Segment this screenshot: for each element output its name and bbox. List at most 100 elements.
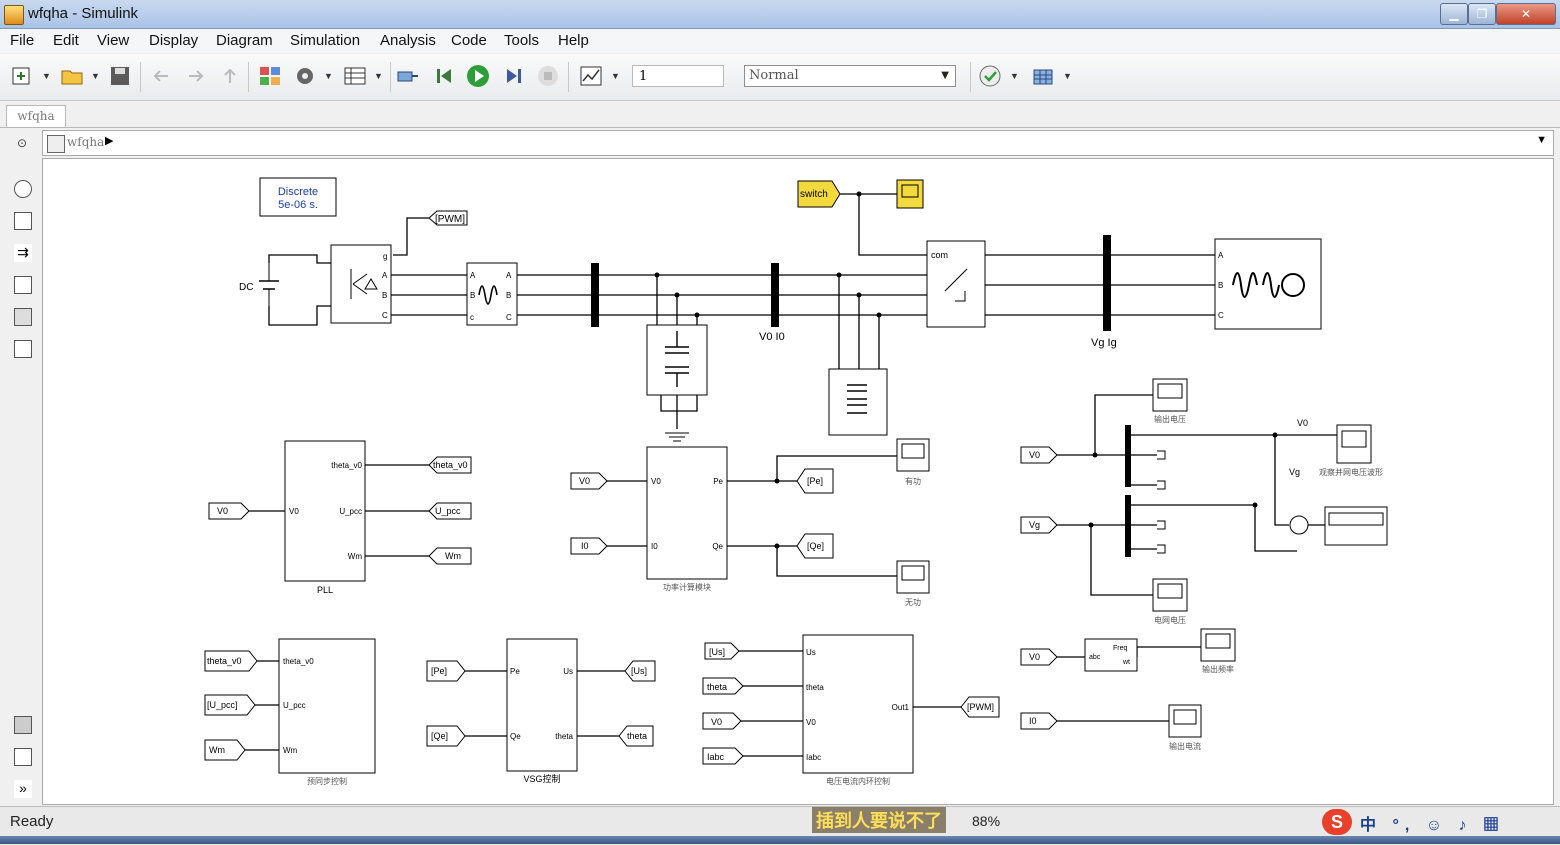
rlc-load-block[interactable] [828,368,888,436]
open-folder-icon[interactable] [60,64,84,88]
forward-icon[interactable] [183,64,207,88]
loop-in-port: Us [806,648,816,657]
minimize-button[interactable]: ▁ [1440,3,1468,25]
wire [268,254,331,326]
explorer-dropdown-icon[interactable]: ▼ [374,71,383,81]
sogou-ime-icon[interactable]: S [1322,809,1352,835]
loop-input-label: V0 [711,717,722,727]
settings-gear-icon[interactable] [293,64,317,88]
vsg-block-name: VSG控制 [523,773,560,784]
scope-grid-voltage-label: 电网电压 [1154,615,1186,625]
stop-icon[interactable] [536,64,560,88]
junction-dot [1092,452,1098,458]
advisor-dropdown-icon[interactable]: ▼ [1010,71,1019,81]
wire [517,274,927,316]
fit-to-view-icon[interactable] [14,212,32,230]
open-dropdown-icon[interactable]: ▼ [91,71,100,81]
scope-p-label: 有功 [905,476,921,486]
switch-tag-label: switch [800,189,828,200]
vsg-subsystem-block[interactable] [506,638,578,772]
wire [660,395,698,429]
up-level-icon[interactable] [218,64,242,88]
measurement-bus-bar-vg-ig[interactable] [1103,235,1111,331]
maximize-button[interactable]: ❐ [1468,3,1496,25]
power-calc-subsystem-block[interactable] [646,446,728,580]
simulink-app-icon [4,5,24,25]
model-advisor-icon[interactable] [978,64,1002,88]
settings-dropdown-icon[interactable]: ▼ [324,71,333,81]
menu-view[interactable]: View [97,32,129,49]
toolbar-separator [568,62,569,92]
measurement-bus-bar-v0-i0[interactable] [771,263,779,327]
power-input-from-tag[interactable] [570,537,608,555]
step-back-icon[interactable] [433,64,457,88]
port-label: C [382,311,388,320]
demux-bar[interactable] [1125,425,1131,487]
stop-time-input[interactable]: 1 [632,65,724,87]
chevron-down-icon[interactable]: ▼ [1536,134,1547,146]
three-phase-source-block[interactable] [1214,238,1322,330]
screenshot-icon[interactable] [14,716,32,734]
menu-code[interactable]: Code [451,32,487,49]
step-forward-icon[interactable] [501,64,525,88]
wire [985,254,1215,316]
loop-in-port: V0 [806,718,816,727]
menu-edit[interactable]: Edit [53,32,79,49]
block-grid-icon[interactable] [1031,64,1055,88]
data-inspector-icon[interactable] [579,64,603,88]
port-label: B [1218,281,1223,290]
new-model-icon[interactable] [10,64,34,88]
close-button[interactable]: ✕ [1496,3,1556,25]
build-icon[interactable] [396,64,420,88]
menu-display[interactable]: Display [149,32,198,49]
save-icon[interactable] [108,64,132,88]
presync-in-port: Wm [283,746,298,755]
menu-simulation[interactable]: Simulation [290,32,360,49]
new-dropdown-icon[interactable]: ▼ [42,71,51,81]
demux-bar[interactable] [1125,495,1131,557]
i0-from-tag[interactable] [1020,712,1058,730]
chevron-right-icon[interactable]: ▶ [105,134,113,147]
powergui-line2: 5e-06 s. [278,199,318,211]
report-icon[interactable] [14,748,32,766]
ime-status[interactable]: 中 °, ☺ ♪ ▦ [1360,811,1505,835]
tab-model[interactable]: wfqha [6,105,66,127]
switch-display-block[interactable] [896,179,924,209]
zoom-icon[interactable] [14,180,32,198]
model-canvas[interactable]: Discrete 5e-06 s. DC g A B C [PWM] A B c… [42,158,1554,805]
power-out-port: Qe [712,542,723,551]
menu-tools[interactable]: Tools [504,32,539,49]
pll-input-label: V0 [217,506,228,516]
menu-diagram[interactable]: Diagram [216,32,273,49]
junction-dot [1252,502,1258,508]
image-icon[interactable] [14,308,32,326]
menu-help[interactable]: Help [558,32,589,49]
hide-explorer-icon[interactable]: ⊙ [14,136,30,152]
inspector-dropdown-icon[interactable]: ▼ [611,71,620,81]
back-icon[interactable] [150,64,174,88]
run-icon[interactable] [466,64,490,88]
scope-output-voltage-label: 输出电压 [1154,414,1186,424]
simulation-mode-select[interactable]: Normal ▼ [744,65,956,87]
loop-input-label: Iabc [707,752,725,762]
vsg-output-label: theta [627,731,647,741]
status-ready: Ready [10,813,54,830]
power-in-port: V0 [651,477,661,486]
grid-dropdown-icon[interactable]: ▼ [1063,71,1072,81]
menu-analysis[interactable]: Analysis [380,32,436,49]
breadcrumb-model[interactable]: wfqha [67,135,104,149]
vsg-input-label: [Qe] [431,731,448,741]
sum-block[interactable] [1289,515,1309,535]
menu-file[interactable]: File [10,32,34,49]
library-browser-icon[interactable] [258,64,282,88]
ime-tray[interactable]: S 中 °, ☺ ♪ ▦ [1322,809,1558,837]
area-icon[interactable] [14,340,32,358]
pll-input-from-tag[interactable] [208,502,250,520]
taskbar-strip [0,836,1560,844]
expand-more-icon[interactable]: » [14,780,32,798]
arrow-right-icon[interactable]: ⇉ [14,244,32,262]
wire [1057,394,1153,596]
measurement-bus-bar[interactable] [591,263,599,327]
model-explorer-icon[interactable] [343,64,367,88]
annotation-icon[interactable] [14,276,32,294]
